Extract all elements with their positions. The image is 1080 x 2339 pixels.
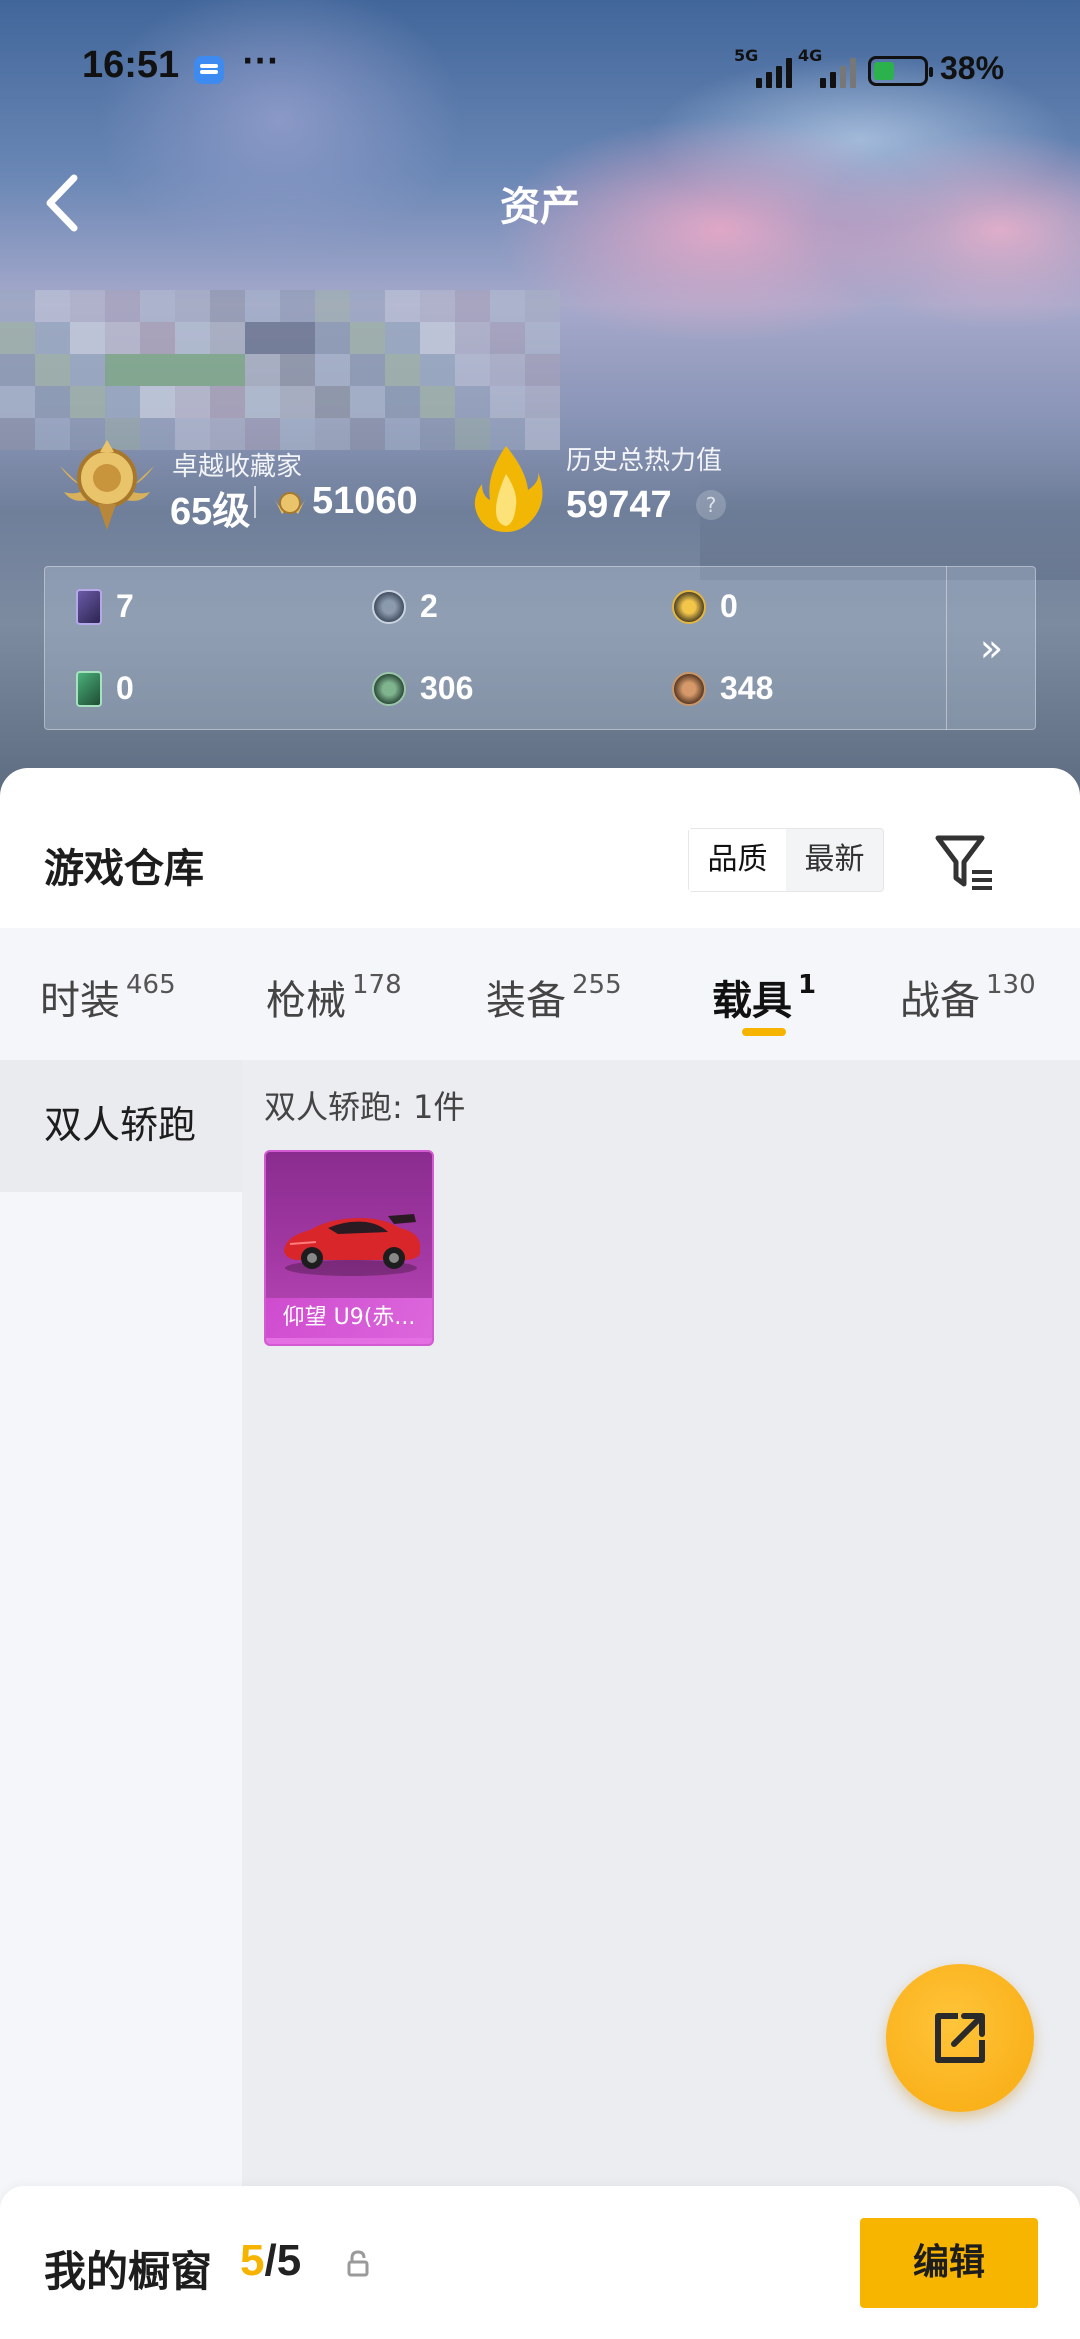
item-card[interactable]: 仰望 U9(赤... xyxy=(264,1150,434,1346)
collector-title: 卓越收藏家 xyxy=(172,452,303,482)
tab-supplies[interactable]: 战备 130 xyxy=(900,968,1036,1026)
resource-item[interactable]: 306 xyxy=(372,670,473,707)
warehouse-title: 游戏仓库 xyxy=(44,846,204,892)
battery-icon xyxy=(868,56,933,86)
edit-button[interactable]: 编辑 xyxy=(860,2218,1038,2308)
tab-equipment[interactable]: 装备 255 xyxy=(486,968,622,1026)
green-card-icon xyxy=(76,670,102,707)
category-tabs: 时装 465 枪械 178 装备 255 载具 1 战备 130 xyxy=(0,928,1080,1060)
points-medal-icon xyxy=(272,488,308,520)
signal-4g-icon: 4G xyxy=(798,46,856,88)
item-name: 仰望 U9(赤... xyxy=(266,1298,432,1338)
tab-guns[interactable]: 枪械 178 xyxy=(266,968,402,1026)
resource-item[interactable]: 2 xyxy=(372,588,438,625)
resource-item[interactable]: 0 xyxy=(76,670,134,707)
sort-toggle: 品质 最新 xyxy=(688,828,884,892)
city-skyline xyxy=(700,470,1080,580)
filter-icon[interactable] xyxy=(930,826,1002,898)
status-more: ··· xyxy=(242,44,280,79)
green-coin-icon xyxy=(372,671,406,706)
tab-vehicles[interactable]: 载具 1 xyxy=(712,968,816,1026)
sort-quality-button[interactable]: 品质 xyxy=(689,829,786,891)
active-tab-indicator xyxy=(742,1028,786,1036)
gold-coin-icon xyxy=(672,589,706,624)
collector-points: 51060 xyxy=(312,480,418,522)
divider xyxy=(254,486,256,518)
status-bar: 16:51 ··· 5G 4G 38% xyxy=(0,0,1080,140)
item-grid: 双人轿跑: 1件 仰望 U9(赤... xyxy=(242,1060,1080,2339)
showcase-label: 我的橱窗 xyxy=(44,2247,213,2296)
resource-item[interactable]: 7 xyxy=(76,588,134,625)
lock-icon xyxy=(346,2250,370,2278)
tab-fashion[interactable]: 时装 465 xyxy=(40,968,176,1026)
subcategory-sidebar: 双人轿跑 xyxy=(0,1060,242,2339)
sidebar-item-coupe[interactable]: 双人轿跑 xyxy=(0,1060,242,1192)
message-icon xyxy=(194,56,224,84)
blurred-user-info xyxy=(0,290,560,450)
purple-card-icon xyxy=(76,588,102,625)
silver-coin-icon xyxy=(372,589,406,624)
resource-item[interactable]: 348 xyxy=(672,670,773,707)
warehouse-sheet: 游戏仓库 品质 最新 时装 465 枪械 178 装备 255 载具 1 战备 130 双… xyxy=(0,768,1080,2339)
page-title: 资产 xyxy=(500,184,580,230)
flame-icon xyxy=(468,444,544,534)
sort-newest-button[interactable]: 最新 xyxy=(786,829,883,891)
collector-level: 65级 xyxy=(170,491,251,533)
rarity-bar xyxy=(266,1338,432,1344)
showcase-bar: 我的橱窗 5/5 编辑 xyxy=(0,2186,1080,2339)
signal-5g-icon: 5G xyxy=(734,46,792,88)
resource-panel xyxy=(44,566,1036,730)
share-icon xyxy=(935,2013,985,2063)
share-button[interactable] xyxy=(886,1964,1034,2112)
resources-more-button[interactable]: » xyxy=(946,566,1036,730)
subcategory-count: 双人轿跑: 1件 xyxy=(264,1088,466,1126)
bronze-coin-icon xyxy=(672,671,706,706)
car-image xyxy=(284,1214,420,1276)
battery-percent: 38% xyxy=(940,50,1005,86)
status-time: 16:51 xyxy=(82,44,180,86)
collector-medal-icon xyxy=(54,436,160,532)
help-icon[interactable]: ? xyxy=(696,490,726,520)
showcase-count: 5/5 xyxy=(240,2236,302,2285)
heat-label: 历史总热力值 xyxy=(566,446,723,476)
resource-item[interactable]: 0 xyxy=(672,588,738,625)
heat-value: 59747 xyxy=(566,484,672,526)
